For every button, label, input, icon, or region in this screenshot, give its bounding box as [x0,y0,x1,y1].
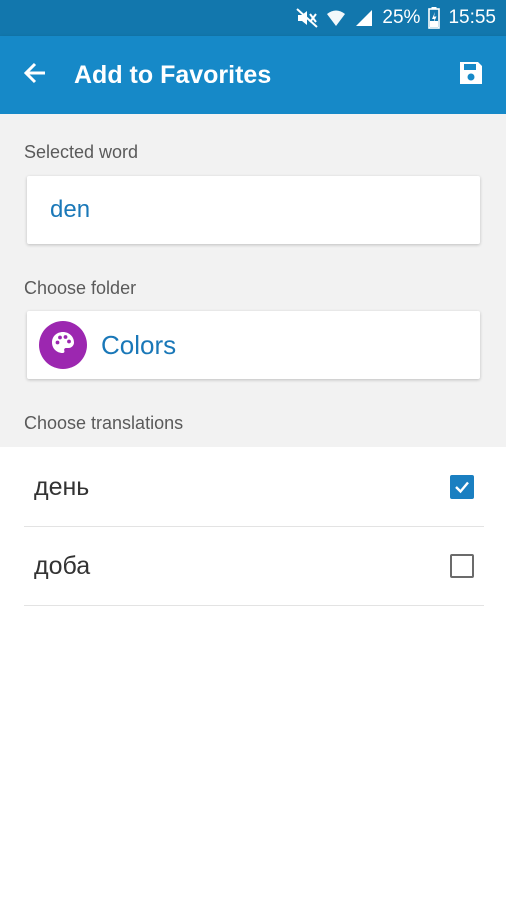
translation-row[interactable]: доба [24,527,484,606]
app-bar: Add to Favorites [0,36,506,114]
battery-charging-icon [428,7,441,29]
wifi-icon [326,8,346,28]
selected-word-field[interactable]: den [27,176,480,244]
back-button[interactable] [0,36,70,114]
check-icon [455,481,469,494]
status-time: 15:55 [448,7,496,28]
save-button[interactable] [436,36,506,114]
page-title: Add to Favorites [74,60,272,89]
status-bar: 25% 15:55 [0,0,506,36]
selected-word-value: den [50,196,91,223]
battery-percent: 25% [382,7,421,28]
choose-folder-label: Choose folder [24,278,137,298]
translation-text: доба [34,551,91,580]
mute-icon [296,8,319,28]
choose-translations-label: Choose translations [24,413,184,433]
translation-checkbox[interactable] [450,554,474,578]
save-icon [458,60,484,91]
translation-row[interactable]: день [24,448,484,527]
selected-word-label: Selected word [24,142,139,162]
folder-name: Colors [101,329,177,360]
arrow-back-icon [22,60,48,91]
folder-badge [39,321,87,369]
translation-text: день [34,472,90,501]
translation-checkbox[interactable] [450,475,474,499]
folder-selector[interactable]: Colors [27,311,480,379]
signal-icon [354,8,374,28]
palette-icon [50,330,76,361]
